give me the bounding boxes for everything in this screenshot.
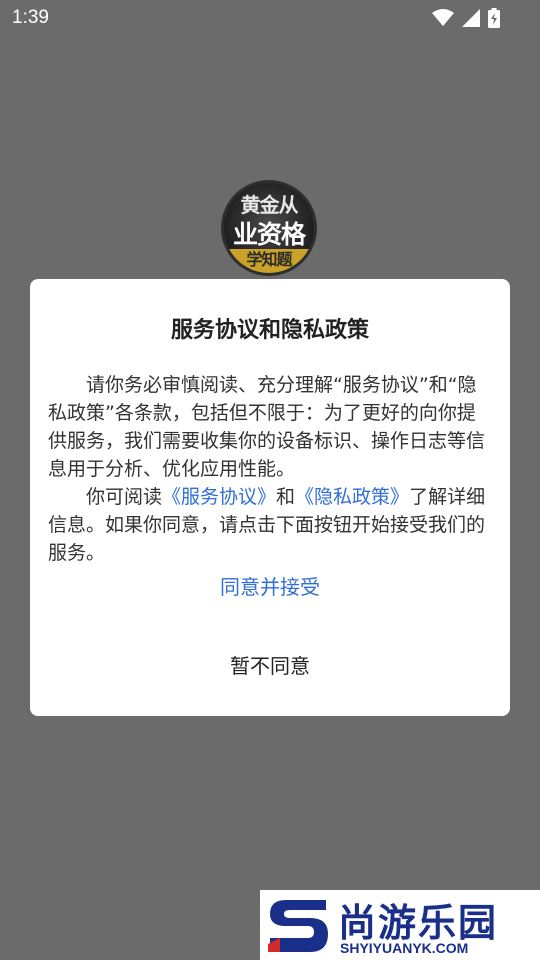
accept-button[interactable]: 同意并接受 xyxy=(30,569,510,605)
privacy-dialog: 服务协议和隐私政策 请你务必审慎阅读、充分理解“服务协议”和“隐私政策”各条款，… xyxy=(30,279,510,716)
app-logo: 黄金从 业资格 学知题 xyxy=(221,180,317,276)
paragraph-2-prefix: 你可阅读 xyxy=(86,486,163,508)
dialog-title: 服务协议和隐私政策 xyxy=(170,318,369,343)
status-icons xyxy=(432,8,500,28)
watermark-logo-icon xyxy=(268,900,328,952)
dialog-body: 请你务必审慎阅读、充分理解“服务协议”和“隐私政策”各条款，包括但不限于：为了更… xyxy=(48,371,492,567)
watermark-url: SHYIYUANYK.COM xyxy=(340,940,469,956)
and-text: 和 xyxy=(276,486,296,508)
battery-charging-icon xyxy=(488,8,500,28)
status-time: 1:39 xyxy=(12,7,49,28)
wifi-icon xyxy=(432,9,454,26)
dialog-paragraph-2: 你可阅读《服务协议》和《隐私政策》了解详细信息。如果你同意，请点击下面按钮开始接… xyxy=(48,483,492,567)
service-agreement-link[interactable]: 《服务协议》 xyxy=(162,486,276,508)
signal-icon xyxy=(462,9,480,27)
app-logo-line2: 业资格 xyxy=(232,220,306,249)
app-logo-line1: 黄金从 xyxy=(240,193,299,217)
watermark-title: 尚游乐园 xyxy=(338,901,499,945)
decline-button[interactable]: 暂不同意 xyxy=(30,648,510,684)
dialog-paragraph-1: 请你务必审慎阅读、充分理解“服务协议”和“隐私政策”各条款，包括但不限于：为了更… xyxy=(48,374,486,480)
privacy-policy-link[interactable]: 《隐私政策》 xyxy=(295,486,409,508)
status-bar: 1:39 xyxy=(0,0,540,36)
watermark: 尚游乐园 SHYIYUANYK.COM xyxy=(260,890,540,960)
app-logo-line3: 学知题 xyxy=(224,249,314,273)
